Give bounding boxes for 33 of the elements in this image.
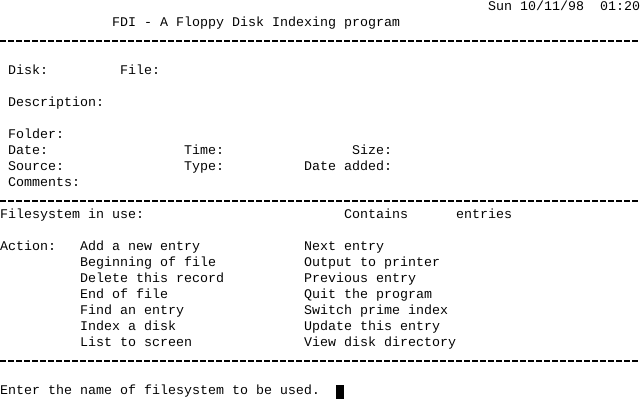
field-label: File: bbox=[120, 65, 160, 79]
menu-item[interactable]: Add a new entry bbox=[80, 241, 200, 255]
field-label: Time: bbox=[184, 145, 224, 159]
menu-item[interactable]: Delete this record bbox=[80, 273, 224, 287]
text-cursor bbox=[336, 385, 344, 399]
filesystem-label: Filesystem in use: bbox=[0, 209, 144, 223]
menu-item[interactable]: End of file bbox=[80, 289, 168, 303]
field-label: Date added: bbox=[304, 161, 392, 175]
field-label: Date: bbox=[8, 145, 48, 159]
action-label: Action: bbox=[0, 241, 56, 255]
entries-label: entries bbox=[456, 209, 512, 223]
input-prompt: Enter the name of filesystem to be used. bbox=[0, 385, 320, 399]
menu-item[interactable]: Output to printer bbox=[304, 257, 440, 271]
field-label: Type: bbox=[184, 161, 224, 175]
contains-label: Contains bbox=[344, 209, 408, 223]
menu-item[interactable]: Update this entry bbox=[304, 321, 440, 335]
menu-item[interactable]: Index a disk bbox=[80, 321, 176, 335]
field-label: Disk: bbox=[8, 65, 48, 79]
menu-item[interactable]: Quit the program bbox=[304, 289, 432, 303]
field-label: Comments: bbox=[8, 177, 80, 191]
field-label: Size: bbox=[352, 145, 392, 159]
program-title: FDI - A Floppy Disk Indexing program bbox=[112, 17, 400, 31]
menu-item[interactable]: Beginning of file bbox=[80, 257, 216, 271]
field-label: Source: bbox=[8, 161, 64, 175]
menu-item[interactable]: View disk directory bbox=[304, 337, 456, 351]
menu-item[interactable]: Next entry bbox=[304, 241, 384, 255]
menu-item[interactable]: Find an entry bbox=[80, 305, 184, 319]
field-label: Description: bbox=[8, 97, 104, 111]
date-time: Sun 10/11/98 01:20 bbox=[488, 1, 640, 15]
menu-item[interactable]: Previous entry bbox=[304, 273, 416, 287]
menu-item[interactable]: List to screen bbox=[80, 337, 192, 351]
field-label: Folder: bbox=[8, 129, 64, 143]
menu-item[interactable]: Switch prime index bbox=[304, 305, 448, 319]
